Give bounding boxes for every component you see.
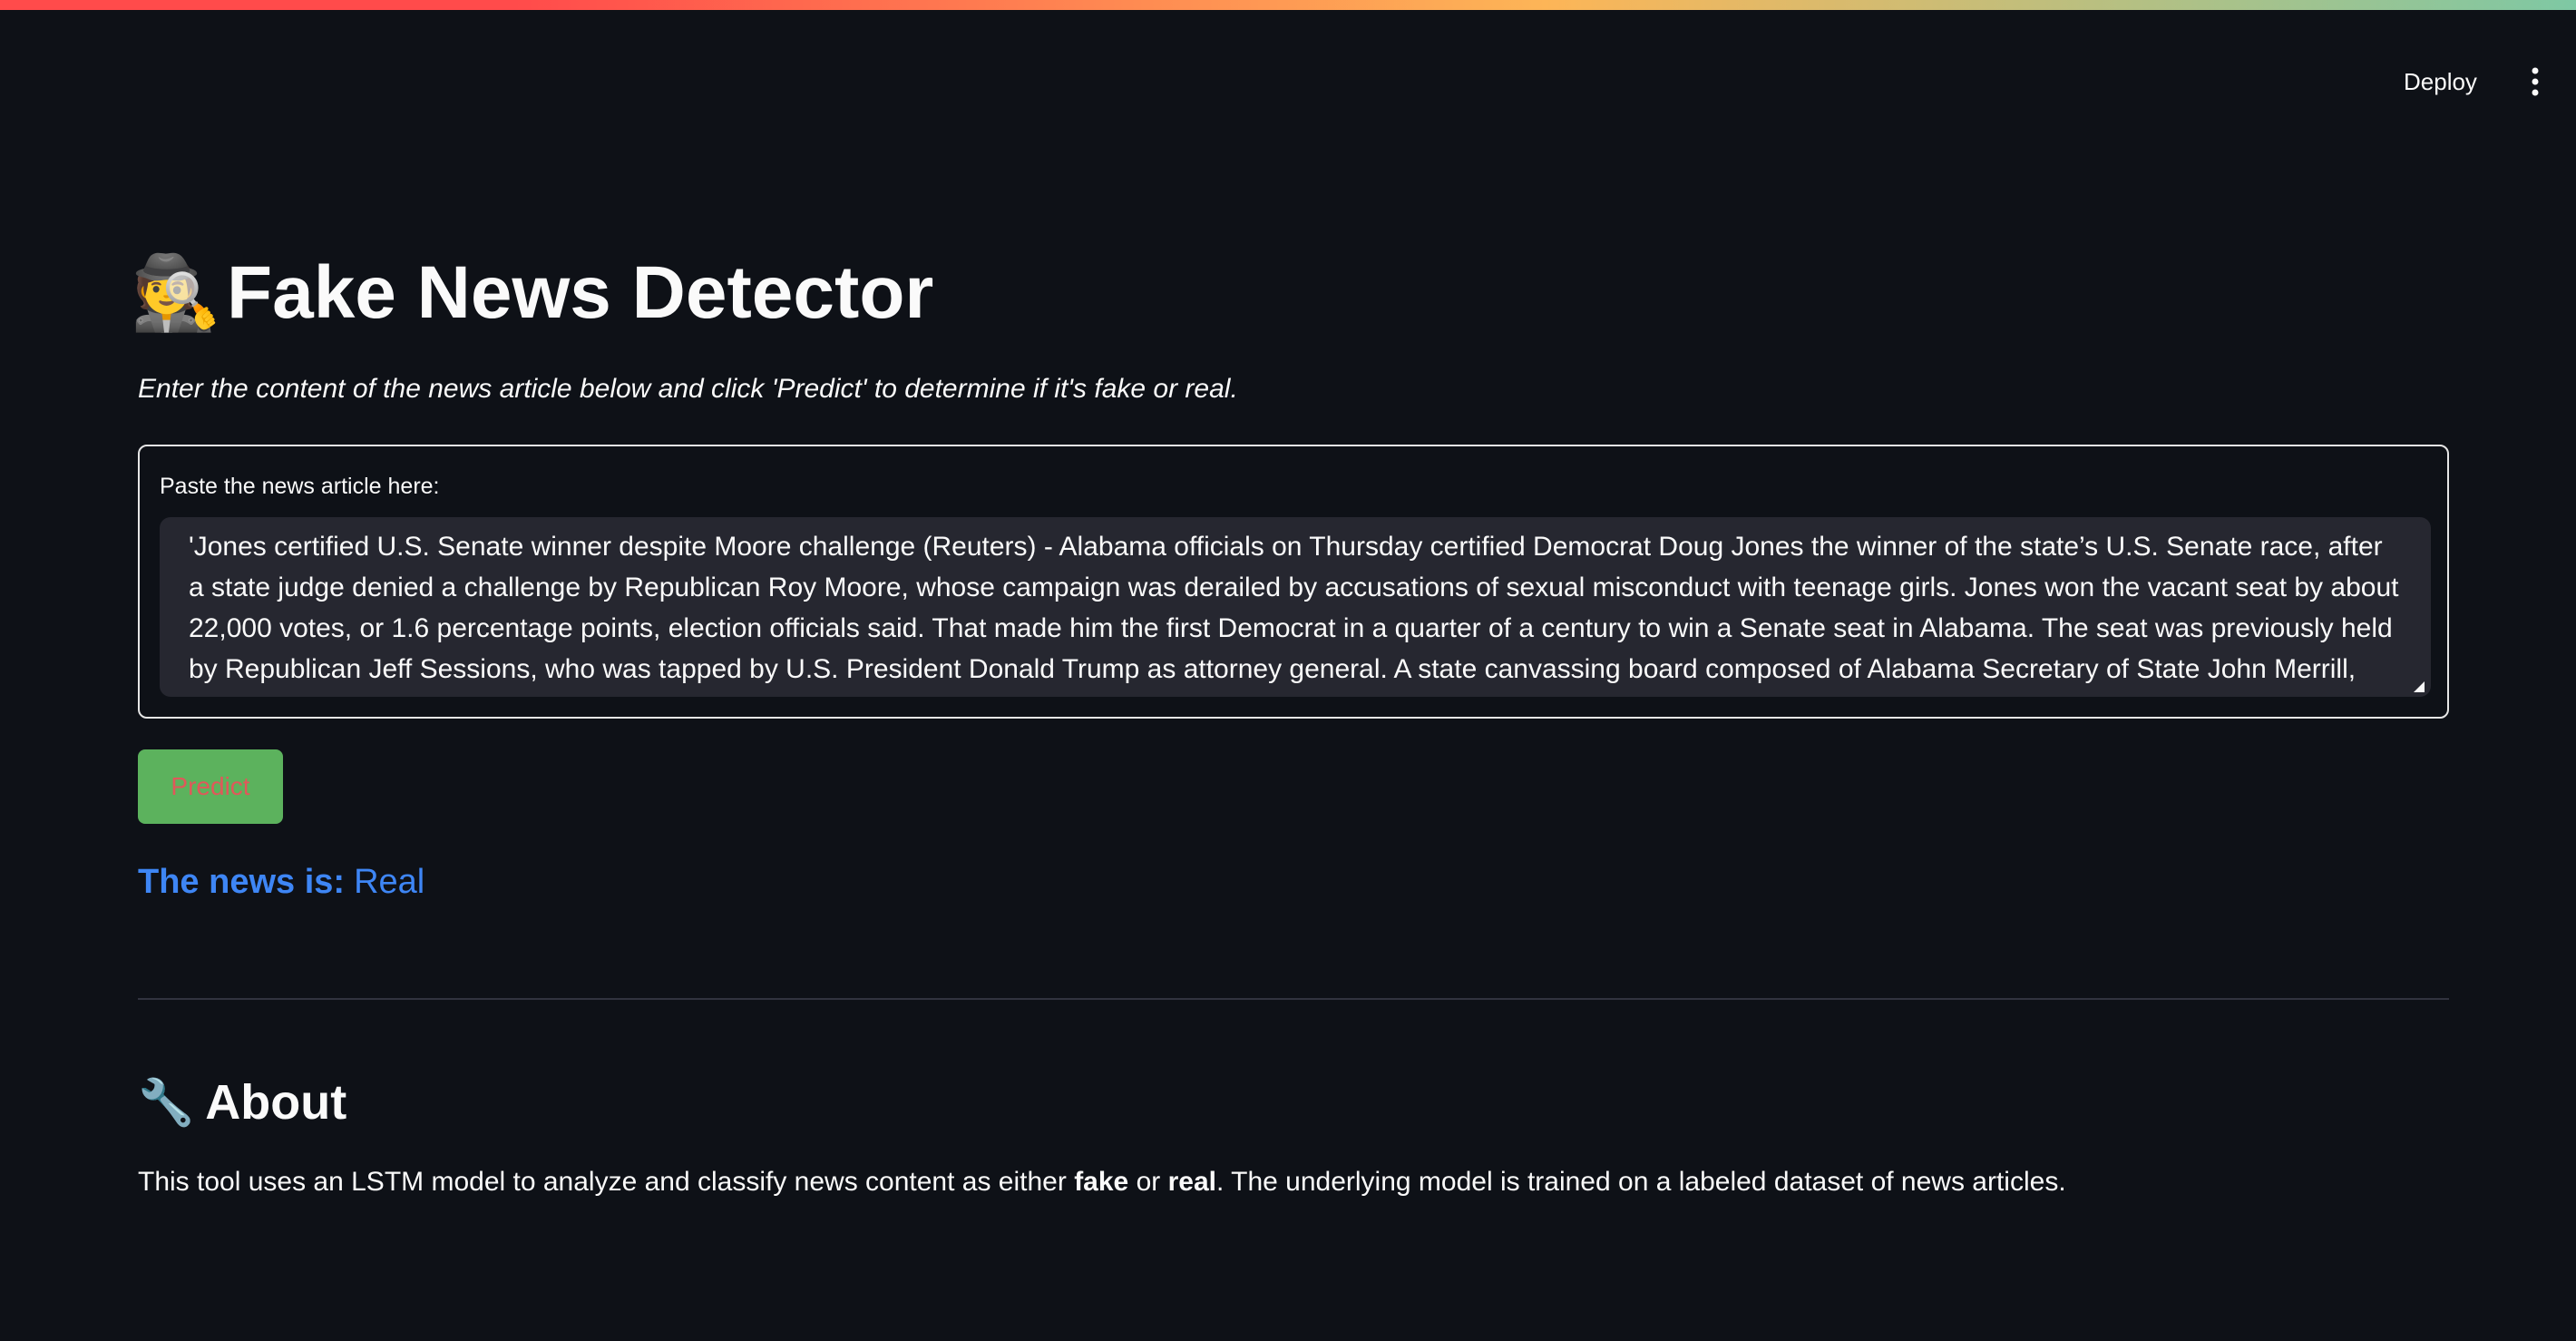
- about-text-part: . The underlying model is trained on a l…: [1215, 1167, 2066, 1197]
- resize-handle-icon[interactable]: [2413, 680, 2425, 693]
- section-divider: [138, 998, 2449, 1000]
- article-textarea[interactable]: 'Jones certified U.S. Senate winner desp…: [160, 517, 2431, 697]
- page-subtitle: Enter the content of the news article be…: [138, 374, 1238, 404]
- article-field-label: Paste the news article here:: [160, 474, 440, 499]
- page-title: Fake News Detector: [227, 251, 934, 334]
- kebab-menu-icon[interactable]: [2518, 55, 2552, 108]
- article-text: 'Jones certified U.S. Senate winner desp…: [189, 532, 2399, 697]
- title-row: 🕵️ Fake News Detector: [131, 243, 934, 343]
- about-text-part: This tool uses an LSTM model to analyze …: [138, 1167, 1075, 1197]
- about-bold-fake: fake: [1074, 1167, 1129, 1197]
- wrench-icon: 🔧: [138, 1077, 195, 1128]
- result-value: Real: [354, 862, 425, 901]
- detective-icon: 🕵️: [131, 252, 221, 333]
- about-heading: About: [205, 1075, 347, 1130]
- about-header: 🔧 About: [138, 1071, 346, 1134]
- kebab-dots-icon: [2532, 67, 2539, 96]
- about-bold-real: real: [1167, 1167, 1216, 1197]
- about-text-part: or: [1128, 1167, 1168, 1197]
- result-prefix: The news is:: [138, 862, 346, 901]
- article-form: Paste the news article here: 'Jones cert…: [138, 445, 2449, 719]
- main-content: 🕵️ Fake News Detector Enter the content …: [131, 0, 2449, 1341]
- prediction-result: The news is: Real: [138, 858, 424, 905]
- about-description: This tool uses an LSTM model to analyze …: [138, 1167, 2066, 1198]
- predict-button[interactable]: Predict: [138, 749, 283, 824]
